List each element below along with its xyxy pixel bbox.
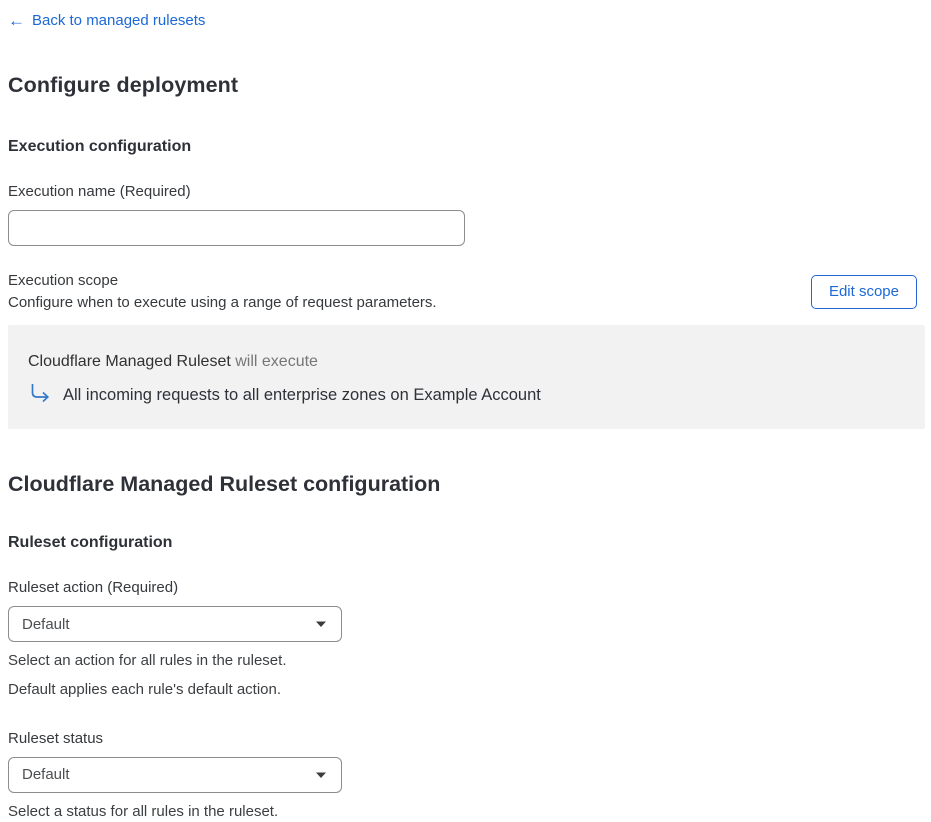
page-title: Configure deployment (8, 73, 917, 98)
execution-name-label: Execution name (Required) (8, 183, 917, 200)
ruleset-status-help: Select a status for all rules in the rul… (8, 801, 917, 822)
summary-line-1: Cloudflare Managed Ruleset will execute (28, 353, 905, 371)
ruleset-action-label: Ruleset action (Required) (8, 579, 917, 596)
ruleset-configuration-heading: Cloudflare Managed Ruleset configuration (8, 472, 917, 497)
ruleset-configuration-subheading: Ruleset configuration (8, 534, 917, 552)
execution-summary-panel: Cloudflare Managed Ruleset will execute … (8, 325, 925, 429)
execution-scope-text: Execution scope Configure when to execut… (8, 272, 437, 311)
ruleset-status-label: Ruleset status (8, 730, 917, 747)
caret-down-icon (315, 620, 327, 628)
summary-line-2: All incoming requests to all enterprise … (30, 386, 905, 405)
execution-scope-row: Execution scope Configure when to execut… (8, 272, 917, 311)
execution-name-input[interactable] (8, 210, 465, 246)
back-arrow-icon: ← (8, 12, 25, 29)
ruleset-action-select[interactable]: Default (8, 606, 342, 642)
ruleset-action-selected-value: Default (22, 616, 70, 633)
summary-will-execute: will execute (231, 353, 318, 370)
execution-scope-description: Configure when to execute using a range … (8, 294, 437, 311)
caret-down-icon (315, 771, 327, 779)
configure-deployment-page: ← Back to managed rulesets Configure dep… (0, 0, 925, 822)
ruleset-action-help: Select an action for all rules in the ru… (8, 650, 917, 701)
edit-scope-button[interactable]: Edit scope (811, 275, 917, 309)
back-to-managed-rulesets-link[interactable]: ← Back to managed rulesets (8, 12, 205, 29)
execution-configuration-heading: Execution configuration (8, 138, 917, 156)
back-link-label: Back to managed rulesets (32, 12, 205, 29)
ruleset-action-help-line1: Select an action for all rules in the ru… (8, 650, 917, 672)
ruleset-status-selected-value: Default (22, 766, 70, 783)
summary-ruleset-name: Cloudflare Managed Ruleset (28, 353, 231, 370)
ruleset-action-help-line2: Default applies each rule's default acti… (8, 679, 917, 701)
execution-scope-label: Execution scope (8, 272, 437, 289)
ruleset-status-select[interactable]: Default (8, 757, 342, 793)
arrow-turn-down-right-icon (30, 384, 51, 404)
summary-scope-text: All incoming requests to all enterprise … (63, 386, 541, 405)
ruleset-status-help-line1: Select a status for all rules in the rul… (8, 801, 917, 822)
